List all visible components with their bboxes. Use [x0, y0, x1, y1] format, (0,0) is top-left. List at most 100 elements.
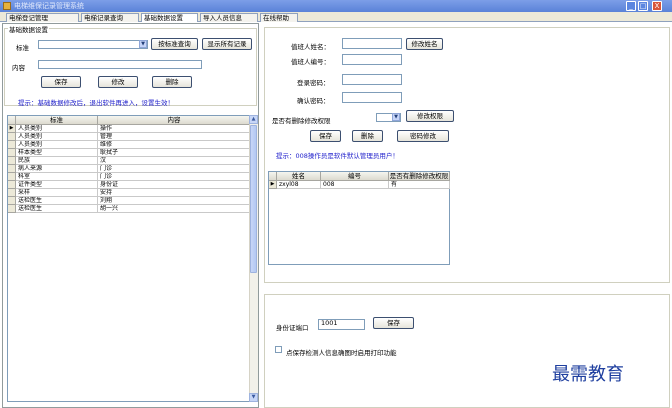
operator-name-input[interactable]: [342, 38, 402, 49]
operator-hint: 提示：008操作员是软件默认管理员用户！: [276, 152, 399, 160]
change-password-button[interactable]: 密码修改: [397, 130, 449, 142]
table-row[interactable]: ▶ 人员类别 操作: [8, 125, 251, 133]
table-row[interactable]: 科室 门诊: [8, 173, 251, 181]
tab-online-help[interactable]: 在线帮助: [260, 13, 298, 22]
query-by-category-button[interactable]: 按标准查询: [151, 38, 198, 50]
table-cell[interactable]: 病人来源: [16, 165, 98, 173]
base-save-button[interactable]: 保存: [41, 76, 81, 88]
table-cell[interactable]: 门诊: [98, 173, 251, 181]
table-row[interactable]: 病人来源 门诊: [8, 165, 251, 173]
close-button[interactable]: X: [652, 1, 662, 11]
column-header-content[interactable]: 内容: [98, 116, 251, 125]
base-delete-button[interactable]: 删除: [152, 76, 192, 88]
table-cell[interactable]: 汉: [98, 157, 251, 165]
operator-delete-button[interactable]: 删除: [352, 130, 383, 142]
column-header-category[interactable]: 标准: [16, 116, 98, 125]
table-cell[interactable]: 证件类型: [16, 181, 98, 189]
table-cell[interactable]: 样本类型: [16, 149, 98, 157]
row-marker: [8, 141, 16, 149]
table-cell[interactable]: 维修: [98, 141, 251, 149]
base-data-legend: 基础数据设置: [8, 24, 49, 34]
row-marker: [8, 181, 16, 189]
id-card-save-button[interactable]: 保存: [373, 317, 414, 329]
base-edit-button[interactable]: 修改: [98, 76, 138, 88]
table-cell[interactable]: 送检医生: [16, 205, 98, 213]
window-title: 电梯维保记录管理系统: [14, 2, 84, 10]
table-row[interactable]: 样本类型 耿拭子: [8, 149, 251, 157]
table-row[interactable]: 采样 安持: [8, 189, 251, 197]
table-cell[interactable]: 门诊: [98, 165, 251, 173]
modify-name-button[interactable]: 修改姓名: [406, 38, 443, 50]
category-select[interactable]: [38, 40, 148, 49]
operator-name-label: 值班人姓名：: [291, 43, 330, 51]
table-cell[interactable]: 人员类别: [16, 133, 98, 141]
table-cell[interactable]: 刘翔: [98, 197, 251, 205]
category-label: 标准: [16, 44, 29, 52]
table-cell[interactable]: 送检医生: [16, 197, 98, 205]
row-marker: [8, 165, 16, 173]
table-cell[interactable]: 民族: [16, 157, 98, 165]
scroll-up-arrow-icon[interactable]: ▲: [249, 115, 258, 124]
operator-id-label: 值班人编号：: [291, 58, 330, 66]
table-cell[interactable]: 身份证: [98, 181, 251, 189]
chevron-down-icon[interactable]: ▼: [392, 113, 400, 121]
tab-base-data-settings[interactable]: 基础数据设置: [141, 13, 198, 22]
tab-record-query[interactable]: 电梯记录查询: [81, 13, 139, 22]
content-input[interactable]: [38, 60, 202, 69]
base-data-table[interactable]: 标准 内容 ▶ 人员类别 操作 人员类别 管理 人员类别 维修 样本类型 耿拭子…: [7, 115, 258, 402]
tab-elevator-register[interactable]: 电梯登记管理: [6, 13, 79, 22]
table-cell[interactable]: 操作: [98, 125, 251, 133]
scrollbar-thumb[interactable]: [250, 125, 257, 273]
confirm-password-input[interactable]: [342, 92, 402, 103]
tab-import-personnel[interactable]: 导入人员信息: [200, 13, 258, 22]
table-cell[interactable]: 有: [389, 181, 450, 189]
title-bar: [0, 0, 672, 12]
table-row[interactable]: 送检医生 胡一兴: [8, 205, 251, 213]
table-row[interactable]: 证件类型 身份证: [8, 181, 251, 189]
column-header-name[interactable]: 姓名: [277, 172, 321, 181]
current-row-marker-icon: ▶: [8, 125, 16, 133]
operator-id-input[interactable]: [342, 54, 402, 65]
scroll-down-arrow-icon[interactable]: ▼: [249, 393, 258, 402]
table-cell[interactable]: zxyl08: [277, 181, 321, 189]
row-marker: [8, 149, 16, 157]
login-password-label: 登录密码：: [297, 79, 330, 87]
row-marker: [8, 173, 16, 181]
table-cell[interactable]: 采样: [16, 189, 98, 197]
row-marker: [8, 205, 16, 213]
content-label: 内容: [12, 64, 25, 72]
show-all-records-button[interactable]: 显示所有记录: [202, 38, 252, 50]
watermark-text: 最需教育: [552, 364, 624, 385]
app-icon: [3, 2, 11, 10]
print-on-save-checkbox[interactable]: [275, 346, 282, 353]
column-header-permission[interactable]: 是否有删除修改权限: [389, 172, 450, 181]
table-cell[interactable]: 008: [321, 181, 389, 189]
table-row[interactable]: 民族 汉: [8, 157, 251, 165]
modify-permission-button[interactable]: 修改权限: [406, 110, 454, 122]
operator-table[interactable]: 姓名 编号 是否有删除修改权限 ▶ zxyl08 008 有: [268, 171, 450, 265]
chevron-down-icon[interactable]: ▼: [139, 40, 147, 48]
table-row[interactable]: 人员类别 维修: [8, 141, 251, 149]
login-password-input[interactable]: [342, 74, 402, 85]
maximize-button[interactable]: □: [638, 1, 648, 11]
confirm-password-label: 确认密码：: [297, 97, 330, 105]
table-cell[interactable]: 人员类别: [16, 141, 98, 149]
table-row[interactable]: 人员类别 管理: [8, 133, 251, 141]
row-marker: [8, 157, 16, 165]
id-card-port-label: 身份证端口: [276, 324, 309, 332]
table-row[interactable]: 送检医生 刘翔: [8, 197, 251, 205]
table-cell[interactable]: 人员类别: [16, 125, 98, 133]
row-marker: [8, 189, 16, 197]
id-card-port-input[interactable]: 1001: [318, 319, 365, 330]
tab-bar: 电梯登记管理 电梯记录查询 基础数据设置 导入人员信息 在线帮助: [0, 12, 672, 22]
column-header-id[interactable]: 编号: [321, 172, 389, 181]
table-cell[interactable]: 管理: [98, 133, 251, 141]
operator-save-button[interactable]: 保存: [310, 130, 341, 142]
table-cell[interactable]: 胡一兴: [98, 205, 251, 213]
table-cell[interactable]: 安持: [98, 189, 251, 197]
table-cell[interactable]: 耿拭子: [98, 149, 251, 157]
table-row[interactable]: ▶ zxyl08 008 有: [269, 181, 450, 189]
table-cell[interactable]: 科室: [16, 173, 98, 181]
minimize-button[interactable]: _: [626, 1, 636, 11]
base-data-hint: 提示：基础数据修改后，退出软件再进入，设置生效！: [18, 99, 174, 107]
